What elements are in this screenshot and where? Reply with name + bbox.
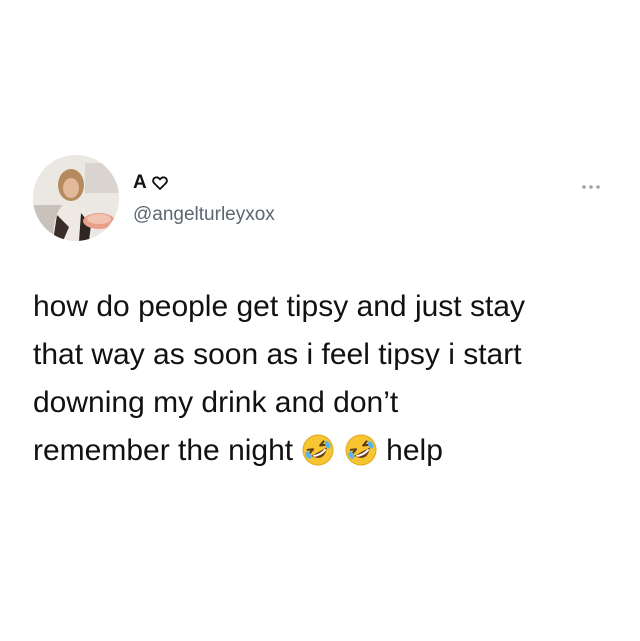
tweet-text: how do people get tipsy and just stay th… [33,283,613,475]
author-handle[interactable]: @angelturleyxox [133,204,275,226]
tweet-text-line: remember the night [33,434,294,467]
tweet-text-last-line: remember the night help [33,427,613,475]
author-name-row[interactable]: A [133,172,168,194]
tweet-text-line: that way as soon as i feel tipsy i start [33,338,522,371]
more-options-icon[interactable] [580,178,602,189]
display-name[interactable]: A [133,172,147,194]
rolling-on-floor-laughing-emoji [344,433,378,467]
profile-photo [33,155,119,241]
tweet-text-line: how do people get tipsy and just stay [33,290,525,323]
tweet-text-suffix: help [386,434,443,467]
tweet-card: A @angelturleyxox how do people get tips… [0,0,640,641]
avatar[interactable] [33,155,119,241]
rolling-on-floor-laughing-emoji [301,433,335,467]
tweet-text-line: downing my drink and don’t [33,386,399,419]
heart-outline-icon [152,175,168,191]
